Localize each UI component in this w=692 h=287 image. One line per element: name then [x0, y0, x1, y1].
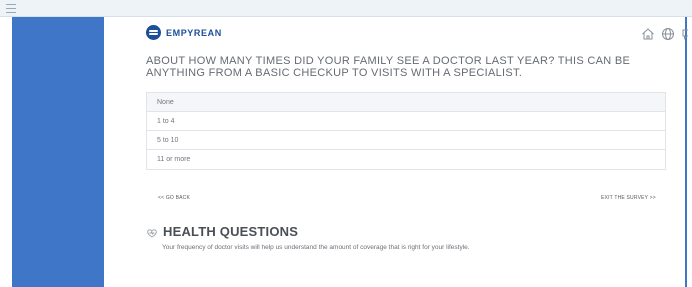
- hamburger-menu-icon[interactable]: [6, 4, 16, 13]
- section-title: HEALTH QUESTIONS: [163, 224, 299, 239]
- option-11-or-more[interactable]: 11 or more: [147, 150, 665, 169]
- left-sidebar: [12, 17, 104, 287]
- top-bar: [0, 0, 692, 17]
- home-icon[interactable]: [640, 26, 656, 42]
- option-none[interactable]: None: [147, 93, 665, 112]
- brand-logo[interactable]: EMPYREAN: [146, 25, 222, 40]
- question-text: ABOUT HOW MANY TIMES DID YOUR FAMILY SEE…: [146, 55, 631, 79]
- go-back-link[interactable]: << GO BACK: [158, 195, 190, 201]
- option-1-to-4[interactable]: 1 to 4: [147, 112, 665, 131]
- exit-survey-link[interactable]: EXIT THE SURVEY >>: [601, 195, 656, 201]
- brand-name: EMPYREAN: [166, 27, 222, 38]
- heart-icon: [146, 226, 158, 238]
- page-header: EMPYREAN: [146, 25, 688, 43]
- empyrean-logo-icon: [146, 25, 161, 40]
- option-5-to-10[interactable]: 5 to 10: [147, 131, 665, 150]
- chat-icon[interactable]: [680, 26, 688, 42]
- globe-icon[interactable]: [660, 26, 676, 42]
- right-border: [685, 17, 687, 287]
- answer-options: None 1 to 4 5 to 10 11 or more: [146, 92, 666, 170]
- section-description: Your frequency of doctor visits will hel…: [162, 244, 470, 251]
